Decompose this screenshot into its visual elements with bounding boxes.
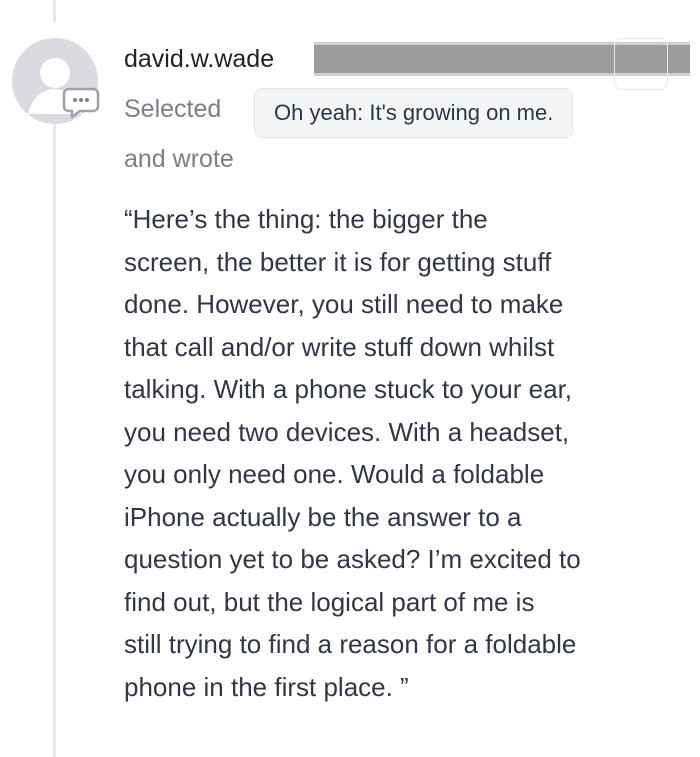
comment-action-row: Selected Oh yeah: It's growing on me. <box>124 88 664 140</box>
thread-line-bottom <box>53 122 56 757</box>
thread-line-top <box>53 0 56 22</box>
username[interactable]: david.w.wade <box>124 45 274 74</box>
action-text-secondary: and wrote <box>124 145 234 173</box>
comment-quote: “Here’s the thing: the bigger the screen… <box>124 204 581 702</box>
comment-options-button[interactable] <box>614 38 668 90</box>
comment-bubble-icon <box>62 85 100 119</box>
comment-header: david.w.wade <box>124 38 690 90</box>
action-text: Selected <box>124 95 222 123</box>
selected-text-chip[interactable]: Oh yeah: It's growing on me. <box>254 88 574 138</box>
